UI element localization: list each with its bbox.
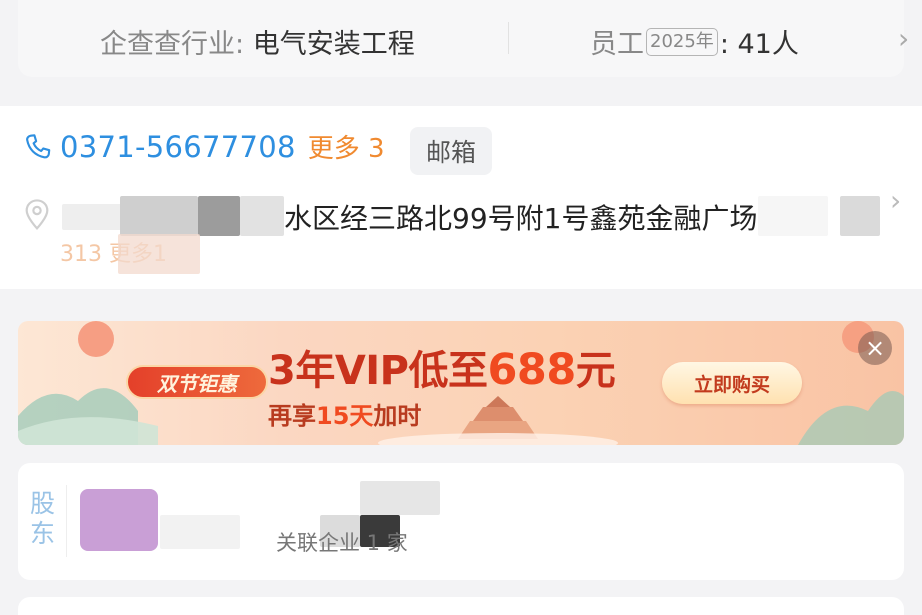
promo-sub-highlight: 15天 bbox=[316, 402, 374, 430]
address-row[interactable]: 水区经三路北99号附1号鑫苑金融广场 bbox=[22, 194, 902, 238]
contact-card: 0371-56677708 更多 3 邮箱 水区经三路北99号附1号鑫苑金融广场… bbox=[0, 106, 922, 289]
redacted-block bbox=[758, 196, 828, 236]
divider bbox=[66, 485, 67, 557]
industry-staff-card[interactable]: 企查查行业: 电气安装工程 员工 2025年 : 41人 › bbox=[18, 0, 909, 77]
redacted-block bbox=[118, 234, 200, 274]
staff-value: : 41人 bbox=[719, 29, 799, 60]
chevron-right-icon[interactable]: › bbox=[898, 22, 909, 55]
vip-promo-banner[interactable]: 双节钜惠 3年VIP低至688元 再享15天加时 立即购买 × bbox=[18, 321, 904, 445]
promo-title-suffix: 元 bbox=[575, 348, 616, 394]
phone-more-link[interactable]: 更多 3 bbox=[308, 128, 385, 165]
address-text: 水区经三路北99号附1号鑫苑金融广场 bbox=[284, 202, 758, 235]
avatar[interactable] bbox=[80, 489, 158, 551]
redacted-block bbox=[198, 196, 240, 236]
location-pin-icon bbox=[25, 199, 49, 230]
industry-info: 企查查行业: 电气安装工程 bbox=[100, 22, 415, 61]
redacted-block bbox=[840, 196, 880, 236]
staff-label: 员工 bbox=[590, 29, 644, 60]
redacted-block bbox=[160, 515, 240, 549]
phone-row[interactable]: 0371-56677708 更多 3 bbox=[22, 128, 385, 165]
phone-icon bbox=[26, 133, 51, 158]
industry-value: 电气安装工程 bbox=[252, 29, 415, 60]
promo-title: 3年VIP低至688元 bbox=[268, 338, 616, 396]
shareholder-card[interactable]: 股东 关联企业 1 家 bbox=[18, 463, 904, 580]
next-card bbox=[18, 597, 904, 615]
promo-price: 688 bbox=[487, 345, 577, 395]
close-icon[interactable]: × bbox=[858, 331, 892, 365]
chevron-right-icon[interactable]: › bbox=[890, 184, 901, 217]
promo-sub-suffix: 加时 bbox=[373, 402, 422, 430]
linked-companies-text: 关联企业 1 家 bbox=[276, 531, 408, 555]
phone-number[interactable]: 0371-56677708 bbox=[60, 130, 296, 164]
promo-title-prefix: 3年VIP低至 bbox=[268, 348, 488, 394]
promo-subtitle: 再享15天加时 bbox=[268, 396, 421, 431]
redacted-block bbox=[360, 481, 440, 515]
redacted-block bbox=[240, 196, 284, 236]
promo-sub-prefix: 再享 bbox=[268, 402, 316, 430]
shareholder-label: 股东 bbox=[30, 489, 56, 548]
email-button[interactable]: 邮箱 bbox=[410, 127, 492, 175]
industry-label: 企查查行业: bbox=[100, 29, 245, 60]
staff-year-badge: 2025年 bbox=[646, 27, 718, 56]
redacted-block bbox=[120, 196, 198, 236]
redacted-block bbox=[62, 204, 122, 230]
divider bbox=[508, 22, 509, 54]
staff-info: 员工 2025年 : 41人 bbox=[590, 22, 799, 61]
promo-tag: 双节钜惠 bbox=[126, 365, 268, 399]
buy-now-button[interactable]: 立即购买 bbox=[662, 362, 802, 404]
